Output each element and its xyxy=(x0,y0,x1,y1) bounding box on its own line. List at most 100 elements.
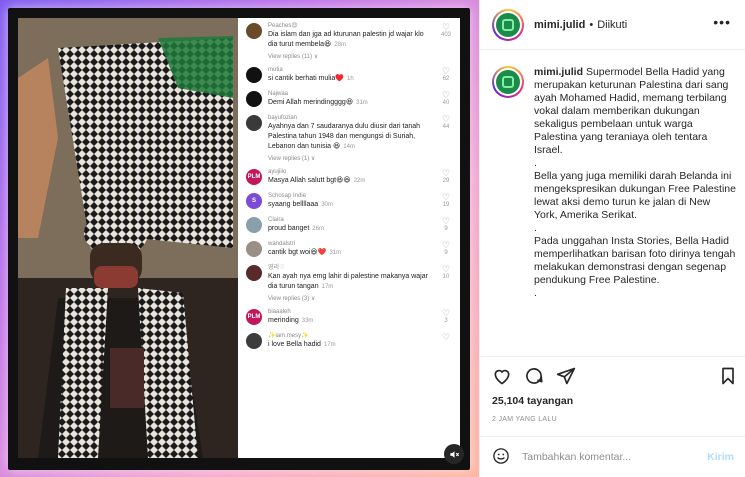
comment-avatar xyxy=(246,217,262,233)
action-bar xyxy=(492,366,734,386)
comment-like-count: 403 xyxy=(440,32,451,38)
comment-avatar xyxy=(246,241,262,257)
heart-icon: ♡ xyxy=(441,264,451,274)
heart-icon: ♡ xyxy=(441,66,451,76)
heart-icon: ♡ xyxy=(441,332,451,342)
follow-status-button[interactable]: Diikuti xyxy=(597,19,627,31)
comment-like: ♡ xyxy=(438,332,454,342)
comment-username: wandalstri xyxy=(268,241,296,247)
overlay-comment: Claira proud banget 26m ♡ 9 xyxy=(246,216,454,234)
comment-text: si cantik berhati mulia♥️ 1h xyxy=(268,74,434,84)
comment-like-count: 19 xyxy=(442,202,450,208)
speaker-muted-icon[interactable] xyxy=(444,444,464,464)
post-comment-button[interactable]: Kirim xyxy=(707,451,734,463)
overlay-comment: Peaches😍 Dia islam dan jga ad kturunan pa… xyxy=(246,22,454,60)
view-count[interactable]: 25,104 tayangan xyxy=(492,395,573,407)
comment-text: proud banget 26m xyxy=(268,224,434,234)
comment-time: 1h xyxy=(347,76,354,82)
comment-message: i love Bella hadid xyxy=(268,341,321,348)
comment-text: Kan ayah nya emg lahir di palestine maka… xyxy=(268,272,434,292)
heart-icon: ♡ xyxy=(441,90,451,100)
overlay-comment: S Schosap Indie syaang bellllaaa 30m ♡ 19 xyxy=(246,192,454,210)
caption-avatar[interactable] xyxy=(492,66,524,98)
comment-username: bayufozian xyxy=(268,115,298,121)
heart-icon: ♡ xyxy=(441,240,451,250)
comment-username: Najwaa xyxy=(268,91,289,97)
comment-text: Masya Allah salutt bgt😆😆 22m xyxy=(268,176,434,186)
heart-icon: ♡ xyxy=(441,192,451,202)
overlay-comments-panel: Peaches😍 Dia islam dan jga ad kturunan pa… xyxy=(238,18,460,458)
comment-body: biaaaleh merinding 33m xyxy=(268,308,454,326)
comment-text: Ayahnya dan 7 saudaranya dulu diusir dar… xyxy=(268,122,434,152)
comment-like: ♡ 9 xyxy=(438,216,454,232)
comment-text: Dia islam dan jga ad kturunan palestin j… xyxy=(268,30,434,50)
comment-avatar xyxy=(246,67,262,83)
post-date: 2 JAM YANG LALU xyxy=(492,416,557,423)
caption-paragraph: . xyxy=(534,157,537,169)
comment-message: syaang bellllaaa xyxy=(268,201,319,208)
add-comment-bar: Tambahkan komentar... Kirim xyxy=(480,436,745,477)
comment-body: wandalstri cantik bgt woi😆❤️ 31m xyxy=(268,240,454,258)
comment-body: Claira proud banget 26m xyxy=(268,216,454,234)
comment-body: ayujiiio Masya Allah salutt bgt😆😆 22m xyxy=(268,168,454,186)
separator: • xyxy=(589,18,594,31)
overlay-comment: mutia si cantik berhati mulia♥️ 1h ♡ 62 xyxy=(246,66,454,84)
comment-text: cantik bgt woi😆❤️ 31m xyxy=(268,248,434,258)
heart-icon: ♡ xyxy=(441,168,451,178)
post-side-panel: mimi.julid • Diikuti ••• mimi.julid Supe… xyxy=(479,0,745,477)
more-horizontal-icon[interactable]: ••• xyxy=(713,14,731,30)
bookmark-icon[interactable] xyxy=(718,366,738,386)
overlay-comment: 영리♡ Kan ayah nya emg lahir di palestine m… xyxy=(246,264,454,302)
comment-like: ♡ 403 xyxy=(438,22,454,38)
post-media[interactable]: Peaches😍 Dia islam dan jga ad kturunan pa… xyxy=(0,0,479,477)
comment-like-count: 3 xyxy=(444,318,448,324)
overlay-comment: wandalstri cantik bgt woi😆❤️ 31m ♡ 9 xyxy=(246,240,454,258)
comment-body: mutia si cantik berhati mulia♥️ 1h xyxy=(268,66,454,84)
comment-username: biaaaleh xyxy=(268,309,291,315)
share-icon[interactable] xyxy=(556,366,576,386)
comment-message: Kan ayah nya emg lahir di palestine maka… xyxy=(268,273,428,290)
comment-username: Peaches😍 xyxy=(268,23,298,29)
comment-like-count: 40 xyxy=(442,100,450,106)
comment-username: ayujiiio xyxy=(268,169,287,175)
comment-username: Claira xyxy=(268,217,284,223)
comment-input[interactable]: Tambahkan komentar... xyxy=(522,451,707,463)
comment-like-count: 44 xyxy=(442,124,450,130)
comment-like: ♡ 19 xyxy=(438,192,454,208)
caption-paragraph: . xyxy=(534,287,537,299)
caption-username[interactable]: mimi.julid xyxy=(534,66,583,78)
heart-icon[interactable] xyxy=(492,366,512,386)
heart-icon: ♡ xyxy=(441,114,451,124)
caption-paragraph: Supermodel Bella Hadid yang merupakan ke… xyxy=(534,66,729,156)
comment-username: 영리♡ xyxy=(268,265,285,271)
comment-like-count: 29 xyxy=(442,178,450,184)
avatar[interactable] xyxy=(492,8,524,41)
emoji-icon[interactable] xyxy=(492,447,510,468)
caption-paragraph: . xyxy=(534,222,537,234)
comment-avatar xyxy=(246,333,262,349)
comment-time: 30m xyxy=(321,202,333,208)
comment-text: merinding 33m xyxy=(268,316,434,326)
comment-body: Schosap Indie syaang bellllaaa 30m xyxy=(268,192,454,210)
overlay-comment: ✨iam.mesy✨ i love Bella hadid 17m ♡ xyxy=(246,332,454,350)
comment-like: ♡ 44 xyxy=(438,114,454,130)
caption-text: mimi.julid Supermodel Bella Hadid yang m… xyxy=(534,66,736,356)
view-replies: View replies (11) ∨ xyxy=(268,54,319,60)
comment-avatar: PLM xyxy=(246,169,262,185)
comment-icon[interactable] xyxy=(524,366,544,386)
comment-time: 28m xyxy=(334,42,346,48)
comment-username: ✨iam.mesy✨ xyxy=(268,333,309,339)
comment-like: ♡ 9 xyxy=(438,240,454,256)
comment-time: 26m xyxy=(312,226,324,232)
comment-like-count: 62 xyxy=(442,76,450,82)
comment-body: ✨iam.mesy✨ i love Bella hadid 17m xyxy=(268,332,454,350)
post-caption: mimi.julid Supermodel Bella Hadid yang m… xyxy=(480,50,745,357)
comment-message: cantik bgt woi😆❤️ xyxy=(268,249,327,256)
comment-avatar: S xyxy=(246,193,262,209)
comment-body: Najwaa Demi Allah merindingggg😆 31m xyxy=(268,90,454,108)
comment-time: 17m xyxy=(323,342,336,348)
post-username[interactable]: mimi.julid xyxy=(534,19,585,31)
overlay-comment: PLM ayujiiio Masya Allah salutt bgt😆😆 22m ♡ 2… xyxy=(246,168,454,186)
comment-avatar xyxy=(246,115,262,131)
comment-avatar xyxy=(246,91,262,107)
